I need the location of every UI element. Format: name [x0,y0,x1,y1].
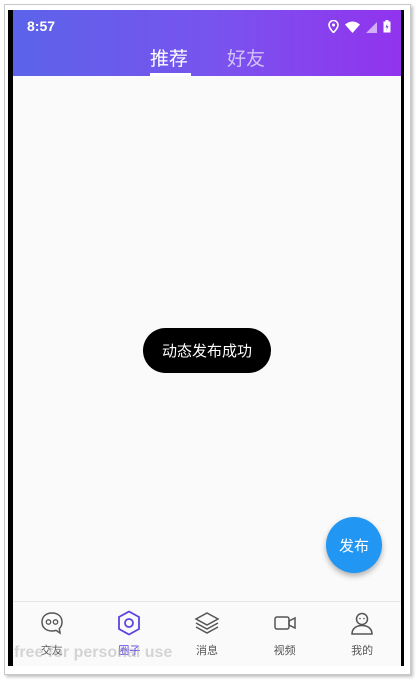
signal-icon [366,18,377,37]
video-camera-icon [272,610,298,640]
nav-item-profile[interactable]: 我的 [323,602,401,666]
hexagon-icon [116,610,142,640]
wifi-icon [345,18,360,37]
status-icons [328,18,391,37]
app-header: 8:57 推荐 好友 [13,10,401,76]
app-screen: 8:57 推荐 好友 动态发布成功 发布 交友 圈子 消息 视频 我的 [13,10,401,666]
chat-bubble-icon [39,610,65,640]
nav-label: 视频 [273,644,296,657]
toast-message: 动态发布成功 [143,328,271,373]
nav-label: 消息 [195,644,218,657]
watermark: free for personal use [14,644,173,661]
layers-icon [194,610,220,640]
nav-item-messages[interactable]: 消息 [168,602,246,666]
tab-friends[interactable]: 好友 [227,44,265,71]
location-icon [328,18,339,37]
status-time: 8:57 [27,18,56,34]
top-tabs: 推荐 好友 [13,42,401,76]
publish-button[interactable]: 发布 [326,517,382,573]
tab-indicator [150,73,191,76]
user-icon [349,610,375,640]
phone-device: 8:57 推荐 好友 动态发布成功 发布 交友 圈子 消息 视频 我的 [8,10,404,666]
nav-item-video[interactable]: 视频 [246,602,324,666]
battery-icon [383,18,391,37]
nav-label: 我的 [351,644,374,657]
tab-recommend[interactable]: 推荐 [150,44,188,71]
